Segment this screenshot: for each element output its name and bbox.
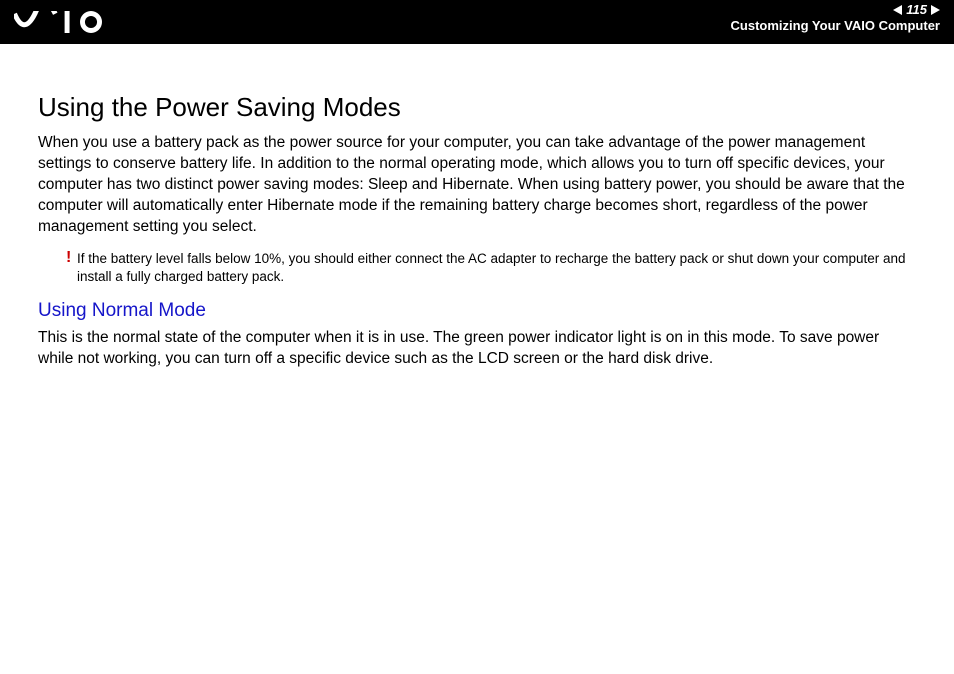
- vaio-logo-icon: [14, 11, 124, 33]
- page-nav: 115: [731, 2, 940, 17]
- document-content: Using the Power Saving Modes When you us…: [0, 44, 954, 370]
- warning-text: If the battery level falls below 10%, yo…: [77, 250, 916, 286]
- page-number: 115: [906, 2, 927, 17]
- intro-paragraph: When you use a battery pack as the power…: [38, 133, 916, 238]
- warning-icon: !: [66, 250, 73, 266]
- page-title: Using the Power Saving Modes: [38, 92, 916, 123]
- document-header: 115 Customizing Your VAIO Computer: [0, 0, 954, 44]
- vaio-logo: [14, 0, 124, 44]
- prev-page-icon[interactable]: [893, 5, 902, 15]
- header-right: 115 Customizing Your VAIO Computer: [731, 0, 940, 33]
- warning-note: ! If the battery level falls below 10%, …: [38, 250, 916, 286]
- next-page-icon[interactable]: [931, 5, 940, 15]
- subheading: Using Normal Mode: [38, 300, 916, 322]
- body-paragraph: This is the normal state of the computer…: [38, 328, 916, 370]
- section-title: Customizing Your VAIO Computer: [731, 18, 940, 33]
